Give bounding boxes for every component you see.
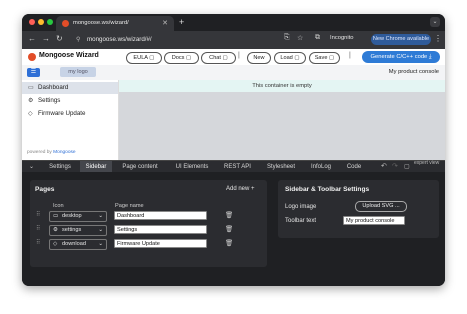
new-button[interactable]: New [247, 52, 271, 64]
tab-title: mongoose.ws/wizard/ [73, 20, 129, 26]
pages-title: Pages [35, 186, 55, 193]
chrome-update-button[interactable]: New Chrome available [371, 34, 431, 45]
download-icon: ◇ [28, 111, 33, 117]
close-window-icon[interactable] [29, 19, 35, 25]
preview-logo: my logo [60, 67, 96, 77]
page-name-input[interactable]: Firmware Update [114, 239, 207, 248]
gear-icon: ⚙ [53, 227, 59, 233]
mongoose-logo-icon [28, 53, 36, 61]
generate-code-button[interactable]: Generate C/C++ code ⤓ [362, 51, 440, 63]
chevron-down-icon: ⌄ [98, 227, 103, 233]
icon-select[interactable]: ◇ download ⌄ [49, 239, 107, 250]
address-bar[interactable]: ⚲ mongoose.ws/wizard/#/ [76, 34, 346, 46]
favicon-icon [62, 20, 69, 27]
toolbar-text-label: Toolbar text [285, 218, 317, 224]
preview-nav-firmware-update[interactable]: ◇ Firmware Update [22, 108, 118, 120]
chevron-down-icon: ⌄ [98, 241, 103, 247]
delete-page-icon[interactable]: 🗑 [225, 239, 233, 247]
editor-area: Pages Add new + Icon Page name ⠿ ▭ deskt… [22, 172, 445, 286]
preview-sidebar: ▭ Dashboard ⚙ Settings ◇ Firmware Update… [22, 80, 119, 160]
upload-svg-button[interactable]: Upload SVG ... [355, 201, 407, 212]
monitor-icon: ▭ [28, 85, 34, 91]
docs-button[interactable]: Docs ▢ [164, 52, 199, 64]
sidebar-settings-panel: Sidebar & Toolbar Settings Logo image Up… [278, 180, 439, 238]
ui-preview: ☰ my logo My product console ▭ Dashboard… [22, 65, 445, 160]
close-tab-icon[interactable]: ✕ [162, 19, 168, 27]
toolbar-text-input[interactable]: My product console [343, 216, 405, 225]
mongoose-link[interactable]: Mongoose [53, 150, 75, 155]
icon-select[interactable]: ⚙ settings ⌄ [49, 225, 107, 236]
preview-console-title: My product console [388, 69, 439, 75]
download-icon: ◇ [53, 241, 58, 247]
delete-page-icon[interactable]: 🗑 [225, 211, 233, 219]
sidebar-settings-title: Sidebar & Toolbar Settings [285, 186, 370, 193]
chevron-down-icon: ⌄ [98, 213, 103, 219]
url-text: mongoose.ws/wizard/#/ [87, 36, 152, 43]
add-new-page-button[interactable]: Add new + [226, 186, 255, 192]
chat-button[interactable]: Chat ▢ [201, 52, 236, 64]
drag-handle-icon[interactable]: ⠿ [36, 211, 40, 218]
page-name-input[interactable]: Dashboard [114, 211, 207, 220]
back-icon[interactable]: ← [28, 34, 36, 43]
preview-nav-dashboard[interactable]: ▭ Dashboard [22, 82, 118, 94]
expert-view-label[interactable]: expert view [414, 160, 444, 167]
tab-search-icon[interactable]: ⌄ [430, 17, 440, 27]
extensions-icon[interactable]: ⧉ [315, 34, 320, 42]
gear-icon: ⚙ [28, 98, 34, 104]
preview-toolbar: ☰ my logo My product console [22, 65, 445, 80]
browser-tab[interactable]: mongoose.ws/wizard/ ✕ [56, 16, 174, 31]
forward-icon[interactable]: → [42, 34, 50, 43]
header-divider: | [238, 52, 240, 59]
eula-button[interactable]: EULA ▢ [126, 52, 162, 64]
share-icon[interactable]: ⎘ [284, 34, 290, 42]
preview-content: This container is empty [119, 80, 445, 160]
browser-menu-icon[interactable]: ⋮ [434, 34, 442, 43]
icon-column-header: Icon [53, 203, 64, 209]
delete-page-icon[interactable]: 🗑 [225, 225, 233, 233]
brand-title: Mongoose Wizard [39, 52, 99, 59]
app-header: Mongoose Wizard EULA ▢ Docs ▢ Chat ▢ | N… [22, 49, 445, 65]
incognito-badge[interactable]: Incognito [330, 35, 354, 41]
reload-icon[interactable]: ↻ [56, 34, 63, 43]
icon-select[interactable]: ▭ desktop ⌄ [49, 211, 107, 222]
load-button[interactable]: Load ▢ [274, 52, 306, 64]
drag-handle-icon[interactable]: ⠿ [36, 239, 40, 246]
page-name-input[interactable]: Settings [114, 225, 207, 234]
menu-toggle-icon[interactable]: ☰ [27, 68, 40, 77]
powered-by: powered by Mongoose [27, 150, 76, 155]
minimize-window-icon[interactable] [38, 19, 44, 25]
tab-strip: mongoose.ws/wizard/ ✕ + ⌄ [22, 14, 445, 31]
browser-toolbar: ← → ↻ ⚲ mongoose.ws/wizard/#/ ⎘ ☆ ⧉ Inco… [22, 31, 445, 49]
save-button[interactable]: Save ▢ [309, 52, 340, 64]
pages-panel: Pages Add new + Icon Page name ⠿ ▭ deskt… [30, 180, 267, 267]
header-divider-2: | [349, 52, 351, 59]
page-name-column-header: Page name [115, 203, 144, 209]
drag-handle-icon[interactable]: ⠿ [36, 225, 40, 232]
empty-container-message: This container is empty [119, 80, 445, 92]
logo-image-label: Logo image [285, 204, 317, 210]
browser-window: mongoose.ws/wizard/ ✕ + ⌄ ← → ↻ ⚲ mongoo… [22, 14, 445, 286]
new-tab-icon[interactable]: + [179, 17, 184, 27]
bookmark-star-icon[interactable]: ☆ [297, 34, 303, 42]
monitor-icon: ▭ [53, 213, 59, 219]
maximize-window-icon[interactable] [47, 19, 53, 25]
preview-nav-settings[interactable]: ⚙ Settings [22, 95, 118, 107]
site-info-icon[interactable]: ⚲ [76, 34, 81, 46]
